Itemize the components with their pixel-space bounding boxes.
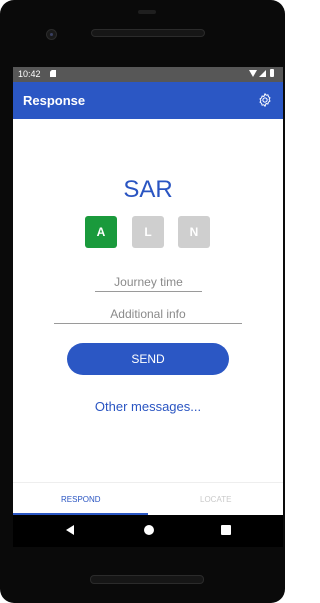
phone-frame: 10:42 Response SAR A L N Journey time Ad… [0,0,285,603]
status-bar: 10:42 [13,67,283,82]
other-messages-link[interactable]: Other messages... [13,399,283,414]
sd-card-icon [50,70,56,77]
tab-respond[interactable]: RESPOND [61,495,101,504]
response-heading: SAR [123,176,173,203]
bottom-speaker [90,575,204,584]
toggle-a-button[interactable]: A [85,216,117,248]
status-time: 10:42 [18,69,41,79]
tab-locate[interactable]: LOCATE [200,495,231,504]
bottom-tab-bar: RESPOND LOCATE [13,482,283,516]
earpiece-speaker [91,29,205,37]
send-button[interactable]: SEND [67,343,229,375]
toggle-l-button[interactable]: L [132,216,164,248]
recents-icon[interactable] [221,525,231,535]
back-icon[interactable] [66,525,74,535]
additional-info-input[interactable]: Additional info [54,307,242,324]
system-nav-bar [13,515,283,547]
battery-icon [270,69,274,77]
wifi-icon [249,70,257,77]
signal-icon [259,70,266,77]
top-sensor [138,10,156,14]
gear-icon[interactable] [257,92,273,108]
screen: 10:42 Response SAR A L N Journey time Ad… [13,67,283,547]
journey-time-input[interactable]: Journey time [95,275,202,292]
app-title: Response [23,93,86,108]
home-icon[interactable] [144,525,154,535]
status-toggle-group: A L N [13,216,283,248]
app-bar: Response [13,82,283,119]
response-panel: SAR A L N Journey time Additional info S… [13,119,283,482]
toggle-n-button[interactable]: N [178,216,210,248]
front-camera-icon [46,29,57,40]
